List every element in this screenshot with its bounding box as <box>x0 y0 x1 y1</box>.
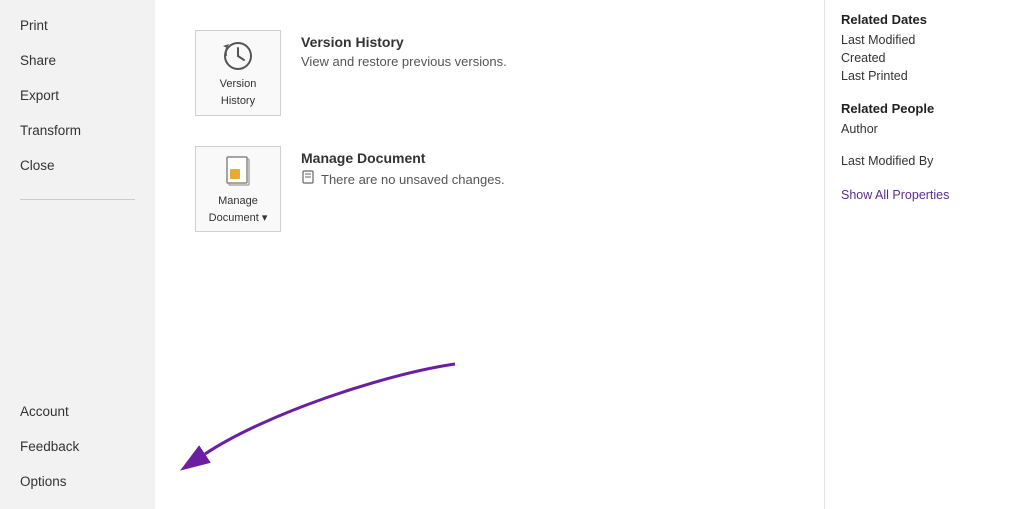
manage-document-desc-row: There are no unsaved changes. <box>301 170 505 189</box>
arrow-annotation <box>185 354 465 479</box>
related-people-title: Related People <box>841 101 1008 116</box>
version-history-icon-box[interactable]: Version History <box>195 30 281 116</box>
manage-document-icon-box[interactable]: Manage Document ▾ <box>195 146 281 232</box>
panel-created: Created <box>841 51 1008 65</box>
manage-document-label-line2: Document ▾ <box>209 212 268 225</box>
panel-last-modified-by-label: Last Modified By <box>841 154 1008 168</box>
manage-document-card: Manage Document ▾ Manage Document There … <box>195 146 784 232</box>
manage-document-text: Manage Document There are no unsaved cha… <box>301 146 505 189</box>
sidebar: Print Share Export Transform Close Accou… <box>0 0 155 509</box>
sidebar-item-close[interactable]: Close <box>0 148 155 183</box>
panel-author: Author <box>841 122 1008 136</box>
version-history-icon <box>220 38 256 74</box>
manage-document-icon-inline <box>301 170 315 189</box>
panel-last-printed: Last Printed <box>841 69 1008 83</box>
related-dates-title: Related Dates <box>841 12 1008 27</box>
manage-document-description: There are no unsaved changes. <box>321 172 505 187</box>
sidebar-item-options[interactable]: Options <box>0 464 155 499</box>
related-dates-section: Related Dates Last Modified Created Last… <box>841 12 1008 83</box>
sidebar-bottom: Account Feedback Options <box>0 394 155 509</box>
sidebar-divider <box>20 199 135 200</box>
version-history-card: Version History Version History View and… <box>195 30 784 116</box>
sidebar-item-transform[interactable]: Transform <box>0 113 155 148</box>
version-history-description: View and restore previous versions. <box>301 54 507 69</box>
version-history-label-line1: Version <box>220 78 257 91</box>
sidebar-item-export[interactable]: Export <box>0 78 155 113</box>
sidebar-item-print[interactable]: Print <box>0 8 155 43</box>
manage-document-icon <box>220 153 256 191</box>
manage-document-title: Manage Document <box>301 150 505 166</box>
sidebar-item-feedback[interactable]: Feedback <box>0 429 155 464</box>
manage-document-label-line1: Manage <box>218 195 258 208</box>
version-history-title: Version History <box>301 34 507 50</box>
sidebar-item-account[interactable]: Account <box>0 394 155 429</box>
main-content: Version History Version History View and… <box>155 0 824 509</box>
version-history-label-line2: History <box>221 95 255 108</box>
right-panel: Related Dates Last Modified Created Last… <box>824 0 1024 509</box>
show-all-properties-link[interactable]: Show All Properties <box>841 188 949 202</box>
related-people-section: Related People Author <box>841 101 1008 136</box>
version-history-text: Version History View and restore previou… <box>301 30 507 69</box>
panel-last-modified: Last Modified <box>841 33 1008 47</box>
sidebar-item-share[interactable]: Share <box>0 43 155 78</box>
last-modified-by-section: Last Modified By <box>841 154 1008 168</box>
